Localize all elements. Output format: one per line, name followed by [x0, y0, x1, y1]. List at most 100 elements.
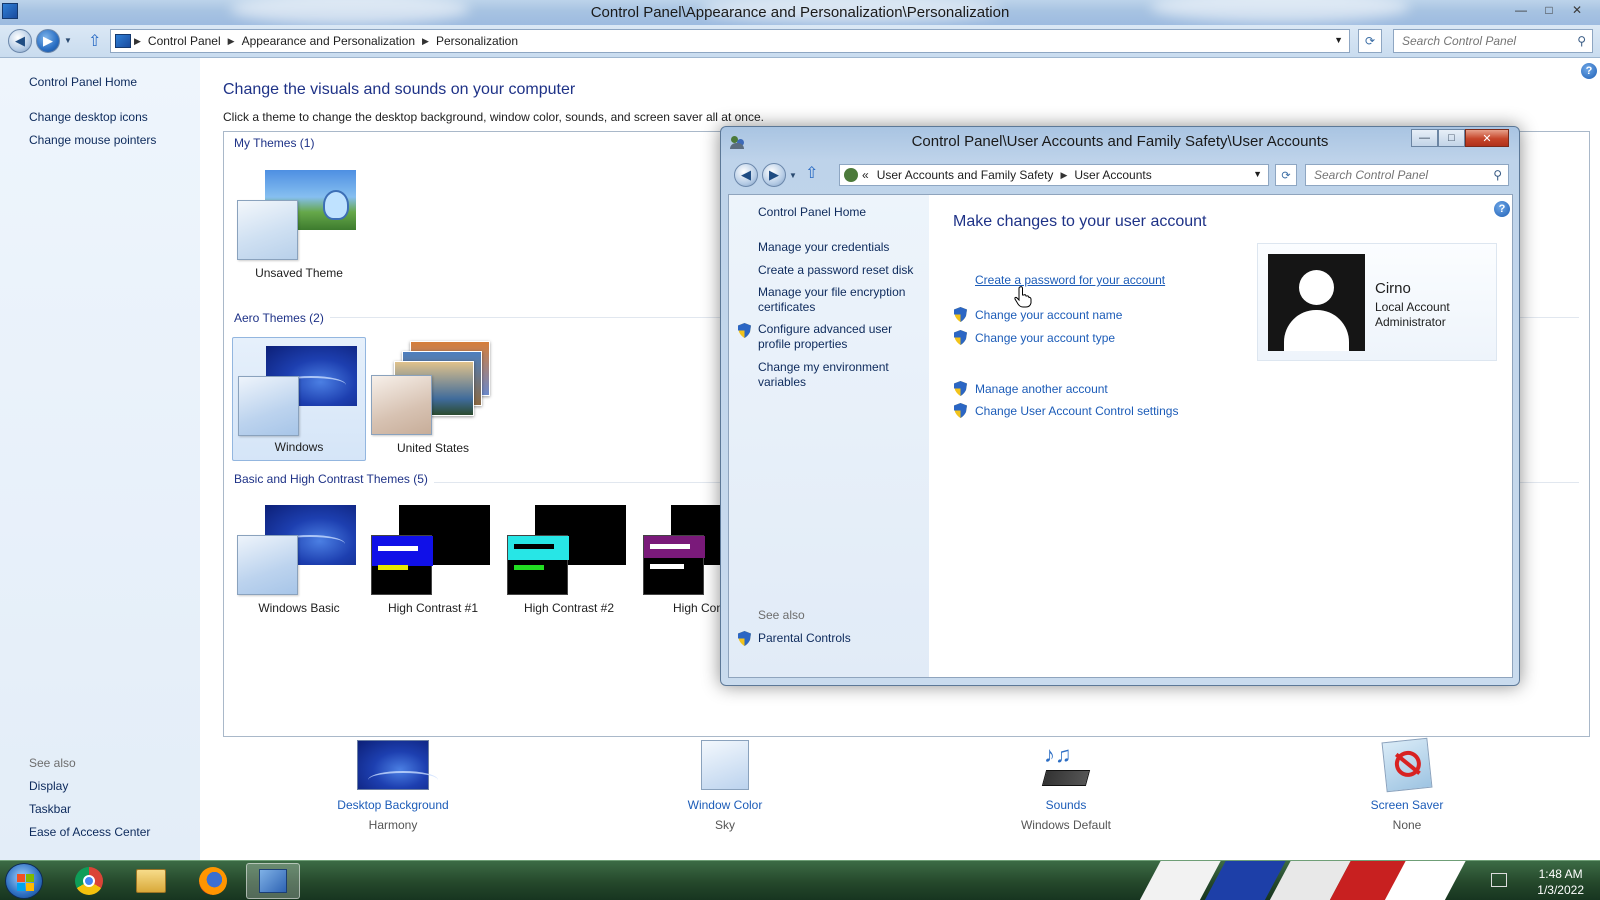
chevron-down-icon[interactable]: ▼ — [1253, 169, 1262, 179]
help-icon[interactable]: ? — [1494, 201, 1510, 217]
chevron-right-icon[interactable]: ▶ — [131, 36, 144, 47]
sidebar-file-encryption[interactable]: Manage your file encryption certificates — [758, 285, 923, 315]
keyboard-icon — [1041, 770, 1091, 786]
theme-high-contrast-2[interactable]: High Contrast #2 — [502, 497, 636, 621]
dialog-close-button[interactable]: ✕ — [1465, 129, 1509, 147]
theme-label: High Contrast #2 — [523, 601, 615, 615]
sidebar-taskbar[interactable]: Taskbar — [29, 802, 71, 816]
search-input[interactable] — [1402, 34, 1562, 48]
forward-arrow-icon: ▶ — [43, 33, 53, 48]
dialog-sidebar-home[interactable]: Control Panel Home — [758, 205, 923, 220]
refresh-button[interactable]: ⟳ — [1358, 29, 1382, 53]
breadcrumb[interactable]: ▶ Control Panel ▶ Appearance and Persona… — [110, 29, 1350, 53]
dialog-breadcrumb[interactable]: « User Accounts and Family Safety ▶ User… — [839, 164, 1269, 186]
recent-pages-icon[interactable]: ▼ — [789, 171, 797, 180]
sidebar-display[interactable]: Display — [29, 779, 68, 793]
dialog-see-also-label: See also — [758, 608, 805, 622]
desktop-background-item[interactable]: Desktop Background Harmony — [303, 740, 483, 832]
sidebar-manage-credentials[interactable]: Manage your credentials — [758, 240, 923, 255]
theme-label: Windows Basic — [258, 601, 340, 615]
minimize-button[interactable]: — — [1508, 0, 1534, 19]
desktop-background-icon — [357, 740, 438, 790]
screen-saver-item[interactable]: Screen Saver None — [1317, 737, 1497, 832]
sidebar-parental-controls[interactable]: Parental Controls — [758, 631, 923, 646]
breadcrumb-overflow[interactable]: « — [858, 168, 873, 182]
theme-label: High Contrast #1 — [387, 601, 479, 615]
breadcrumb-personalization[interactable]: Personalization — [432, 34, 522, 48]
taskbar-chrome[interactable] — [62, 863, 116, 899]
uac-settings-link[interactable]: Change User Account Control settings — [975, 404, 1178, 418]
recent-pages-icon[interactable]: ▼ — [64, 36, 72, 45]
maximize-button[interactable]: □ — [1536, 0, 1562, 19]
breadcrumb-appearance[interactable]: Appearance and Personalization — [238, 34, 419, 48]
sounds-link[interactable]: Sounds — [976, 798, 1156, 812]
dialog-back-button[interactable]: ◀ — [734, 163, 758, 187]
back-button[interactable]: ◀ — [8, 29, 32, 53]
theme-unsaved[interactable]: Unsaved Theme — [232, 162, 366, 286]
chevron-right-icon[interactable]: ▶ — [419, 36, 432, 47]
group-header-my-themes[interactable]: My Themes (1) — [234, 136, 314, 150]
account-role: Administrator — [1375, 315, 1446, 329]
taskbar-control-panel[interactable] — [246, 863, 300, 899]
sidebar-control-panel-home[interactable]: Control Panel Home — [29, 75, 137, 89]
system-clock[interactable]: 1:48 AM 1/3/2022 — [1537, 866, 1584, 898]
dialog-search-box[interactable]: ⚲ — [1305, 164, 1509, 186]
close-button[interactable]: ✕ — [1564, 0, 1590, 19]
chevron-right-icon[interactable]: ▶ — [225, 36, 238, 47]
search-icon[interactable]: ⚲ — [1493, 168, 1502, 182]
sidebar-change-desktop-icons[interactable]: Change desktop icons — [29, 110, 148, 124]
sidebar-ease-of-access[interactable]: Ease of Access Center — [29, 825, 150, 839]
screen-saver-icon — [1381, 737, 1433, 793]
change-account-type-link[interactable]: Change your account type — [975, 331, 1115, 345]
theme-windows[interactable]: Windows — [232, 337, 366, 461]
theme-united-states[interactable]: United States — [366, 337, 500, 461]
theme-label: Unsaved Theme — [255, 266, 343, 280]
see-also-label: See also — [29, 756, 76, 770]
breadcrumb-control-panel[interactable]: Control Panel — [144, 34, 225, 48]
start-button[interactable] — [5, 863, 43, 899]
chevron-down-icon[interactable]: ▼ — [1334, 35, 1343, 45]
dialog-forward-button[interactable]: ▶ — [762, 163, 786, 187]
dialog-body: Control Panel Home Manage your credentia… — [728, 194, 1513, 678]
up-arrow-icon[interactable]: ⇧ — [88, 31, 101, 51]
sidebar-environment-variables[interactable]: Change my environment variables — [758, 360, 923, 390]
sounds-icon: ♪♫ — [1030, 740, 1102, 790]
desktop-background-link[interactable]: Desktop Background — [303, 798, 483, 812]
breadcrumb-user-accounts-family-safety[interactable]: User Accounts and Family Safety — [873, 168, 1058, 182]
window-color-link[interactable]: Window Color — [635, 798, 815, 812]
screen-saver-link[interactable]: Screen Saver — [1317, 798, 1497, 812]
chevron-right-icon[interactable]: ▶ — [1057, 170, 1070, 181]
sidebar-password-reset-disk[interactable]: Create a password reset disk — [758, 263, 923, 278]
dialog-search-input[interactable] — [1314, 168, 1484, 182]
dialog-minimize-button[interactable]: — — [1411, 129, 1438, 147]
dialog-sidebar: Control Panel Home Manage your credentia… — [729, 195, 929, 677]
dialog-maximize-button[interactable]: □ — [1438, 129, 1465, 147]
search-box[interactable]: ⚲ — [1393, 29, 1593, 53]
user-accounts-window[interactable]: Control Panel\User Accounts and Family S… — [720, 126, 1520, 686]
taskbar-firefox[interactable] — [186, 863, 240, 899]
group-header-basic-high-contrast[interactable]: Basic and High Contrast Themes (5) — [234, 472, 434, 486]
window-color-item[interactable]: Window Color Sky — [635, 740, 815, 832]
refresh-icon: ⟳ — [1281, 169, 1291, 182]
up-arrow-icon[interactable]: ⇧ — [805, 163, 818, 183]
change-account-name-link[interactable]: Change your account name — [975, 308, 1122, 322]
sounds-item[interactable]: ♪♫ Sounds Windows Default — [976, 740, 1156, 832]
forward-button[interactable]: ▶ — [36, 29, 60, 53]
help-icon[interactable]: ? — [1581, 63, 1597, 79]
group-header-aero[interactable]: Aero Themes (2) — [234, 311, 330, 325]
clock-time: 1:48 AM — [1538, 867, 1583, 881]
theme-high-contrast-1[interactable]: High Contrast #1 — [366, 497, 500, 621]
dialog-refresh-button[interactable]: ⟳ — [1275, 164, 1297, 186]
taskbar-file-explorer[interactable] — [124, 863, 178, 899]
window-color-swatch — [643, 535, 705, 595]
theme-windows-basic[interactable]: Windows Basic — [232, 497, 366, 621]
dialog-main-title: Make changes to your user account — [953, 213, 1207, 230]
manage-another-account-link[interactable]: Manage another account — [975, 382, 1108, 396]
breadcrumb-user-accounts[interactable]: User Accounts — [1070, 168, 1155, 182]
sidebar-change-mouse-pointers[interactable]: Change mouse pointers — [29, 133, 156, 147]
search-icon[interactable]: ⚲ — [1577, 34, 1586, 48]
desktop-background-value: Harmony — [368, 818, 418, 832]
sidebar-advanced-profile[interactable]: Configure advanced user profile properti… — [758, 322, 923, 352]
action-center-icon[interactable] — [1491, 873, 1507, 887]
create-password-link[interactable]: Create a password for your account — [975, 273, 1165, 287]
